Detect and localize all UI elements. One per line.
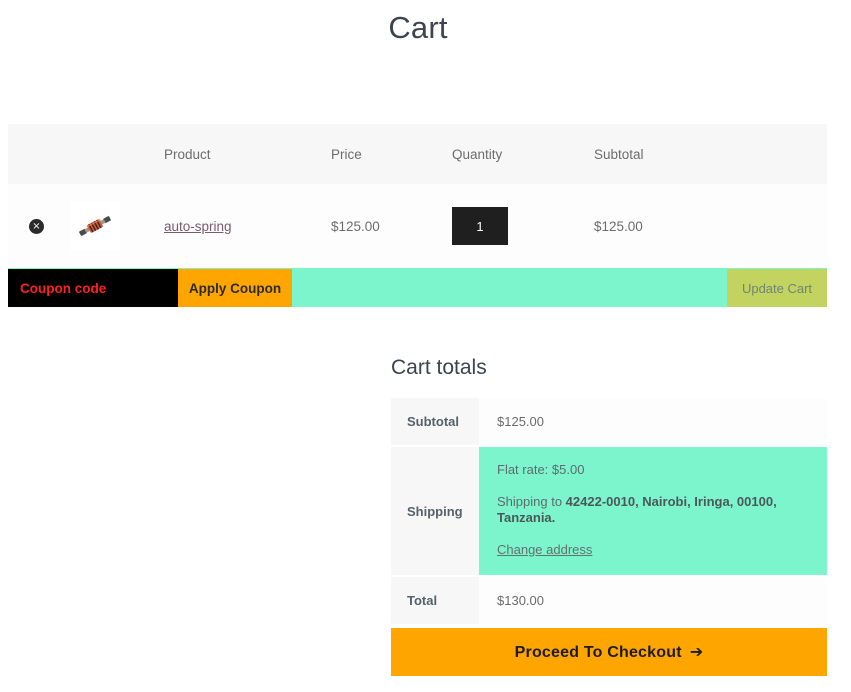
shipping-label: Shipping [391, 447, 479, 575]
totals-row-shipping: Shipping Flat rate: $5.00 Shipping to 42… [391, 445, 827, 575]
header-product: Product [164, 146, 211, 162]
remove-cell: × [8, 218, 64, 234]
total-label: Total [391, 577, 479, 624]
update-cart-button[interactable]: Update Cart [727, 269, 827, 307]
cart-totals-title: Cart totals [391, 356, 487, 379]
cart-totals-table: Subtotal $125.00 Shipping Flat rate: $5.… [391, 398, 827, 624]
header-quantity: Quantity [452, 146, 503, 162]
header-subtotal: Subtotal [594, 146, 644, 162]
quantity-cell [452, 207, 594, 245]
cart-table-header-row: Product Price Quantity Subtotal [8, 124, 827, 184]
header-price: Price [331, 146, 362, 162]
cart-totals: Cart totals Subtotal $125.00 Shipping Fl… [391, 355, 827, 624]
total-value: $130.00 [479, 577, 827, 624]
proceed-to-checkout-button[interactable]: Proceed To Checkout ➔ [391, 628, 827, 676]
shipping-to-prefix: Shipping to [497, 494, 566, 509]
shipping-rate: Flat rate: $5.00 [497, 462, 585, 477]
apply-coupon-button[interactable]: Apply Coupon [178, 269, 292, 307]
totals-row-total: Total $130.00 [391, 575, 827, 624]
product-thumbnail-auto-spring[interactable] [70, 201, 120, 251]
product-price: $125.00 [331, 218, 380, 234]
coupon-spacer [292, 269, 727, 307]
product-subtotal: $125.00 [594, 218, 643, 234]
shipping-destination: Shipping to 42422-0010, Nairobi, Iringa,… [497, 494, 809, 526]
subtotal-value: $125.00 [479, 398, 827, 445]
product-name-cell: auto-spring [164, 219, 331, 234]
shipping-value: Flat rate: $5.00 Shipping to 42422-0010,… [479, 447, 827, 575]
subtotal-label: Subtotal [391, 398, 479, 445]
totals-row-subtotal: Subtotal $125.00 [391, 398, 827, 445]
coupon-row: Apply Coupon Update Cart [8, 269, 827, 307]
page-title: Cart [388, 10, 448, 45]
product-link[interactable]: auto-spring [164, 219, 232, 234]
quantity-input[interactable] [452, 207, 508, 245]
checkout-label: Proceed To Checkout [514, 644, 682, 661]
cart-table: Product Price Quantity Subtotal × auto-s… [8, 124, 827, 307]
cart-page: Cart Product Price Quantity Subtotal × a… [0, 0, 851, 692]
thumbnail-cell [64, 201, 164, 251]
remove-circle-icon[interactable]: × [29, 218, 44, 234]
change-address-link[interactable]: Change address [497, 542, 592, 557]
arrow-right-icon: ➔ [689, 642, 704, 661]
table-row: × auto-spring $125.00 1 $125.00 [8, 184, 827, 269]
coupon-input[interactable] [8, 269, 178, 307]
